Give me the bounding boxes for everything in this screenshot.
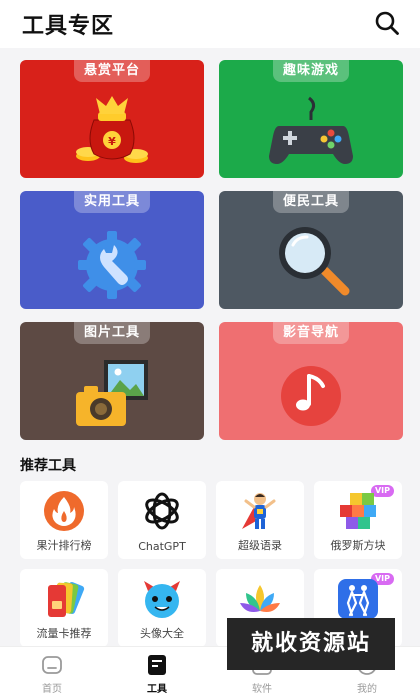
tool-label: 超级语录 (238, 539, 282, 552)
tool-label: 头像大全 (140, 627, 184, 640)
category-images[interactable]: 图片工具 (20, 322, 204, 440)
tool-label: 俄罗斯方块 (330, 539, 386, 552)
tool-label: 流量卡推荐 (36, 627, 92, 640)
category-label: 便民工具 (272, 191, 350, 213)
section-title-recommended: 推荐工具 (20, 458, 76, 474)
tool-sim-card[interactable]: 流量卡推荐 (20, 569, 108, 647)
superhero-icon (242, 493, 276, 529)
category-label: 实用工具 (73, 191, 151, 213)
category-media[interactable]: 影音导航 (219, 322, 403, 440)
tool-juice-ranking[interactable]: 果汁排行榜 (20, 481, 108, 559)
category-label: 图片工具 (73, 322, 151, 344)
tools-page: 工具专区 悬赏平台 ¥ 趣味游戏 实用工具 便民工具 图片工具 影音导航 推荐工… (0, 0, 420, 700)
music-note-icon (281, 366, 341, 426)
tool-label: ChatGPT (138, 540, 186, 553)
page-title: 工具专区 (22, 14, 115, 39)
dance-couple-icon (338, 579, 378, 619)
home-icon (42, 656, 62, 674)
gamepad-icon (269, 96, 353, 164)
sim-cards-icon (48, 582, 85, 617)
tools-doc-icon (148, 655, 166, 675)
search-icon[interactable] (374, 10, 400, 36)
nav-label: 首页 (42, 684, 62, 695)
category-bounty[interactable]: 悬赏平台 ¥ (20, 60, 204, 178)
nav-label: 我的 (357, 684, 377, 695)
nav-label: 工具 (147, 684, 167, 695)
money-bag-icon: ¥ (76, 96, 148, 163)
category-label: 影音导航 (272, 322, 350, 344)
flame-icon (44, 491, 84, 531)
cute-monster-icon (144, 581, 180, 618)
openai-knot-icon (145, 492, 179, 530)
magnifier-icon (279, 227, 350, 296)
tool-tetris[interactable]: VIP 俄罗斯方块 (314, 481, 402, 559)
category-utility[interactable]: 实用工具 (20, 191, 204, 309)
wrench-gear-icon (78, 231, 146, 299)
category-label: 悬赏平台 (73, 60, 151, 82)
svg-text:¥: ¥ (108, 135, 116, 148)
tool-chatgpt[interactable]: ChatGPT (118, 481, 206, 559)
watermark: 就收资源站 (227, 618, 395, 670)
category-games[interactable]: 趣味游戏 (219, 60, 403, 178)
nav-label: 软件 (252, 684, 272, 695)
category-convenience[interactable]: 便民工具 (219, 191, 403, 309)
header: 工具专区 (0, 0, 420, 48)
tool-label: 果汁排行榜 (36, 539, 92, 552)
tool-quotes[interactable]: 超级语录 (216, 481, 304, 559)
nav-item-tools[interactable]: 工具 (127, 653, 187, 697)
camera-photo-icon (76, 360, 148, 426)
nav-item-home[interactable]: 首页 (22, 653, 82, 697)
blocks-icon (340, 493, 376, 529)
category-label: 趣味游戏 (272, 60, 350, 82)
tool-avatars[interactable]: 头像大全 (118, 569, 206, 647)
lotus-icon (240, 585, 280, 612)
